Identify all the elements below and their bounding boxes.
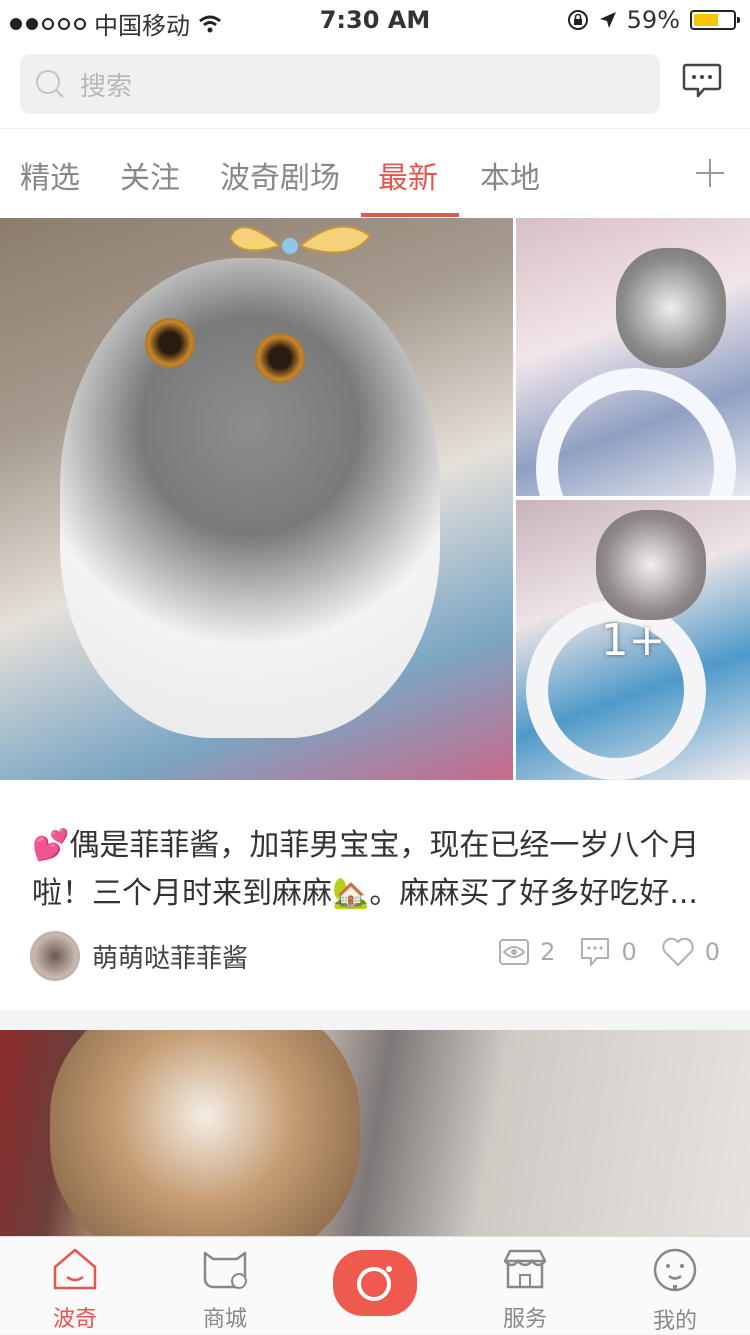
cat-eye-right [255,333,305,383]
add-tab-button[interactable] [694,157,726,193]
likes-stat[interactable]: 0 [661,936,720,968]
comments-stat[interactable]: 0 [579,936,637,968]
comments-count: 0 [621,938,637,966]
author-name[interactable]: 萌萌哒菲菲酱 [92,938,248,975]
search-icon [36,70,64,98]
message-icon [682,63,722,98]
post-card[interactable]: 1+ 💕偶是菲菲酱，加菲男宝宝，现在已经一岁八个月 啦！三个月时来到麻麻🏡。麻麻… [0,218,750,1010]
heart-icon [662,937,694,966]
camera-icon [357,1266,392,1301]
search-bar: 搜索 [0,40,750,128]
bow-sticker [228,225,372,254]
tabbar-shop-label: 商城 [202,1307,247,1332]
post-card-2[interactable] [0,1030,750,1236]
battery-icon [690,10,740,30]
profile-icon [653,1248,697,1292]
search-placeholder: 搜索 [80,71,133,102]
category-tabs: 精选 关注 波奇剧场 最新 本地 [0,128,750,218]
tabbar-service[interactable]: 服务 [475,1247,575,1333]
plus-icon [696,159,724,187]
tabbar-service-label: 服务 [502,1307,547,1332]
camera-button[interactable] [333,1250,417,1316]
post-text-line2: 啦！三个月时来到麻麻🏡。麻麻买了好多好吃好... [32,876,698,911]
tab-theater[interactable]: 波奇剧场 [220,153,340,197]
battery-percent: 59% [626,6,680,34]
tabbar-profile-label: 我的 [652,1309,697,1334]
tab-local[interactable]: 本地 [480,153,540,197]
home-icon [53,1248,97,1290]
post-text-line1: 💕偶是菲菲酱，加菲男宝宝，现在已经一岁八个月 [32,828,700,863]
cat-photo-2 [616,248,726,368]
message-button[interactable] [682,62,722,104]
tabbar-home[interactable]: 波奇 [25,1247,125,1333]
status-right: 59% [567,6,740,34]
more-images-count: 1+ [600,614,666,666]
tab-latest[interactable]: 最新 [378,153,438,197]
bottom-tab-bar: 波奇 商城 服务 我的 [0,1236,750,1334]
status-bar: 中国移动 7:30 AM 59% [0,0,750,40]
post-stats: 2 0 0 [474,936,720,968]
avatar[interactable] [30,931,80,981]
tabbar-home-label: 波奇 [52,1307,97,1332]
views-count: 2 [540,938,556,966]
store-icon [503,1249,547,1289]
cat-photo [60,258,440,738]
search-input[interactable]: 搜索 [20,54,660,114]
cat-photo-4 [50,1030,360,1236]
rotation-lock-icon [567,10,588,30]
post-text[interactable]: 💕偶是菲菲酱，加菲男宝宝，现在已经一岁八个月 啦！三个月时来到麻麻🏡。麻麻买了好… [32,822,718,918]
likes-count: 0 [704,938,720,966]
tab-following[interactable]: 关注 [120,153,180,197]
cat-eye-left [145,318,195,368]
post-author[interactable]: 萌萌哒菲菲酱 [30,930,248,982]
tab-featured[interactable]: 精选 [20,153,80,197]
shop-cat-icon [203,1251,247,1289]
eye-icon [499,939,530,965]
views-stat: 2 [498,936,555,968]
tabbar-profile[interactable]: 我的 [625,1247,725,1335]
active-tab-indicator [361,213,459,217]
post-image-main[interactable] [0,218,513,780]
tabbar-shop[interactable]: 商城 [175,1247,275,1333]
toy-ring-1 [536,368,736,496]
post-image-3[interactable]: 1+ [516,500,750,780]
comment-icon [581,938,610,966]
location-icon [599,12,616,28]
post-image-2[interactable] [516,218,750,496]
